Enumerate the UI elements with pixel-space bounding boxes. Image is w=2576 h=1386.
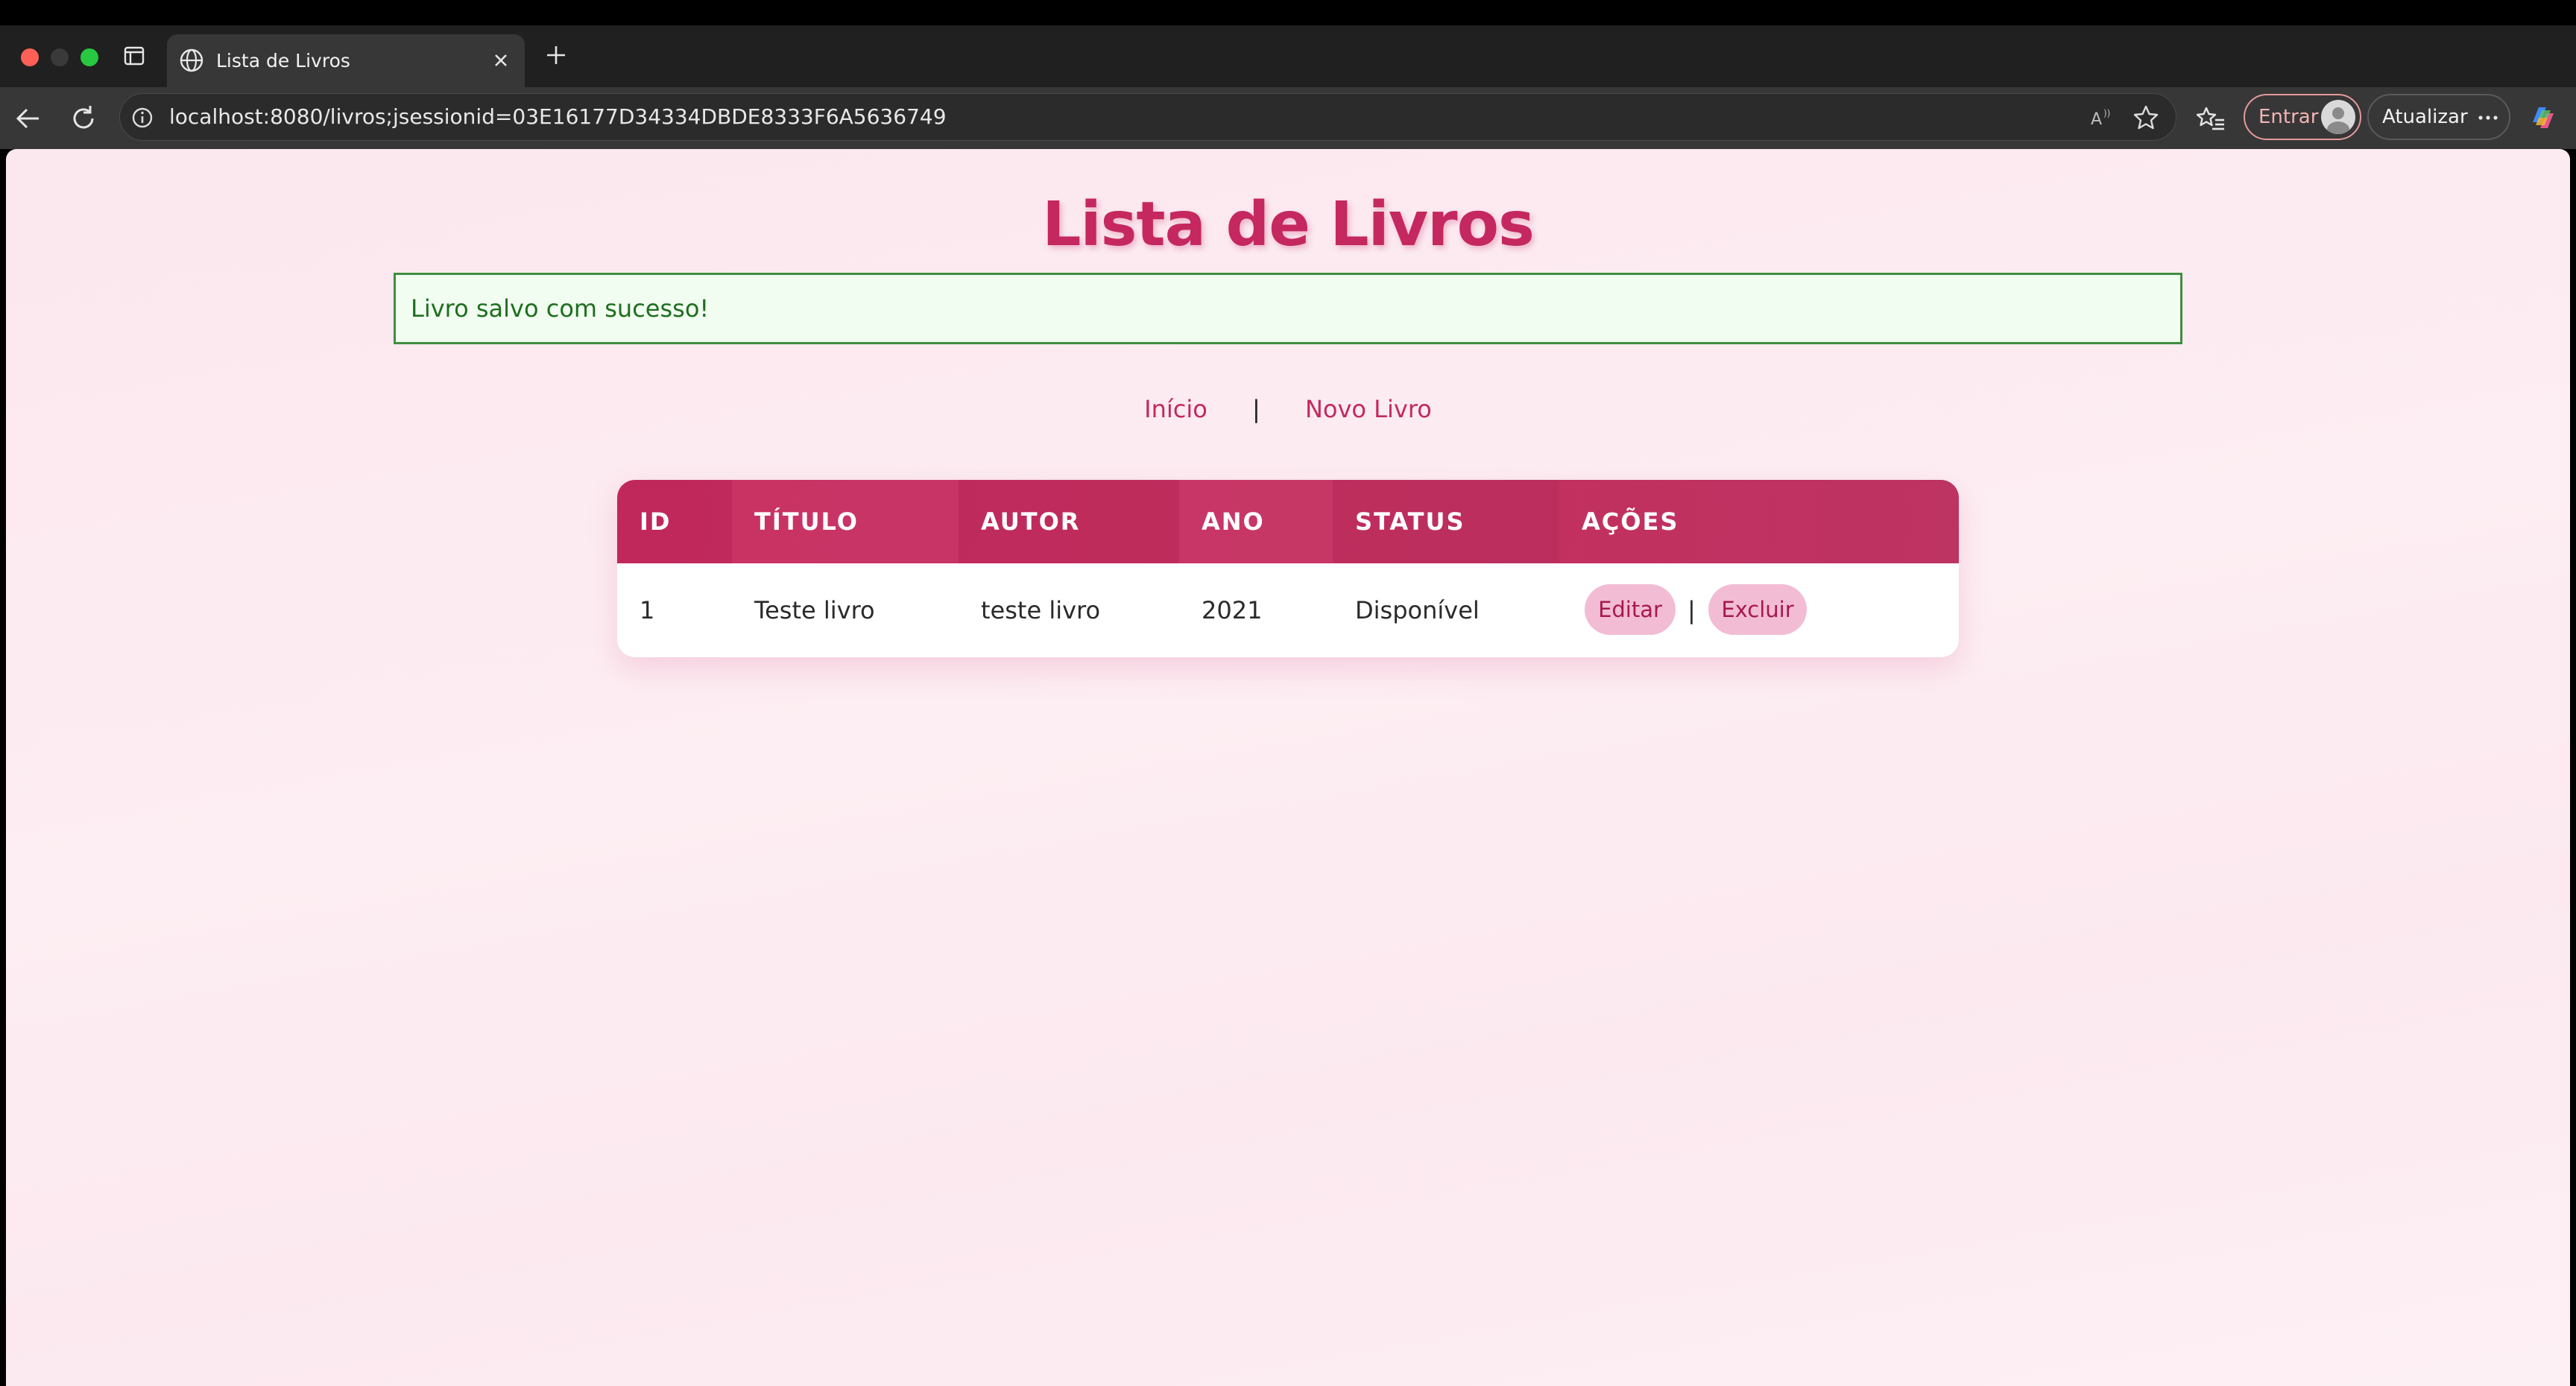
table-row: 1 Teste livro teste livro 2021 Disponíve…	[617, 563, 1959, 657]
cell-titulo: Teste livro	[754, 596, 875, 624]
delete-button[interactable]: Excluir	[1708, 584, 1807, 635]
minimize-window-button[interactable]	[51, 48, 69, 66]
url-text: localhost:8080/livros;jsessionid=03E1617…	[169, 104, 947, 129]
nav-separator: |	[1252, 395, 1260, 423]
close-window-button[interactable]	[21, 48, 39, 66]
address-bar[interactable]: localhost:8080/livros;jsessionid=03E1617…	[119, 93, 2176, 141]
nav-link-novo-livro[interactable]: Novo Livro	[1305, 395, 1432, 423]
read-aloud-icon[interactable]: A))	[2088, 104, 2115, 131]
svg-text:)): ))	[2103, 108, 2110, 118]
page-nav: Início | Novo Livro	[6, 395, 2570, 432]
cell-ano: 2021	[1202, 596, 1263, 624]
new-tab-icon[interactable]	[541, 40, 571, 70]
update-label: Atualizar	[2382, 106, 2468, 128]
column-header-id: ID	[640, 507, 672, 536]
column-header-status: STATUS	[1355, 507, 1465, 536]
update-button[interactable]: Atualizar	[2367, 94, 2510, 140]
site-info-icon[interactable]	[129, 104, 156, 131]
more-options-icon[interactable]	[2476, 106, 2500, 130]
browser-window: Lista de Livros localhost:8080/livros;js…	[0, 0, 2576, 1386]
tab-lista-de-livros[interactable]: Lista de Livros	[167, 34, 525, 87]
browser-toolbar: localhost:8080/livros;jsessionid=03E1617…	[0, 87, 2576, 149]
sign-in-label: Entrar	[2258, 106, 2319, 128]
globe-icon	[177, 46, 206, 75]
close-tab-icon[interactable]	[487, 47, 514, 74]
success-alert: Livro salvo com sucesso!	[394, 273, 2182, 344]
cell-status: Disponível	[1355, 596, 1480, 624]
page-title: Lista de Livros	[1042, 189, 1535, 260]
profile-avatar-icon	[2321, 100, 2355, 134]
nav-link-inicio[interactable]: Início	[1144, 395, 1208, 423]
cell-id: 1	[640, 596, 655, 624]
back-arrow-icon[interactable]	[12, 102, 45, 135]
actions-separator: |	[1688, 596, 1696, 624]
favorite-star-icon[interactable]	[2131, 103, 2161, 133]
tab-actions-icon[interactable]	[122, 44, 146, 68]
page-viewport: Lista de Livros Livro salvo com sucesso!…	[6, 149, 2570, 1386]
success-alert-text: Livro salvo com sucesso!	[411, 294, 710, 323]
books-table: ID TÍTULO AUTOR ANO STATUS AÇÕES 1 Teste…	[617, 480, 1959, 657]
table-header: ID TÍTULO AUTOR ANO STATUS AÇÕES	[617, 480, 1959, 563]
column-header-ano: ANO	[1202, 507, 1265, 536]
reload-icon[interactable]	[67, 102, 100, 135]
copilot-icon[interactable]	[2525, 100, 2561, 136]
tab-title: Lista de Livros	[216, 50, 350, 72]
edit-button[interactable]: Editar	[1585, 584, 1676, 635]
favorites-icon[interactable]	[2194, 102, 2227, 135]
sign-in-button[interactable]: Entrar	[2244, 94, 2361, 140]
column-header-autor: AUTOR	[981, 507, 1081, 536]
column-header-titulo: TÍTULO	[754, 507, 859, 536]
cell-autor: teste livro	[981, 596, 1101, 624]
zoom-window-button[interactable]	[80, 48, 98, 66]
svg-text:A: A	[2091, 110, 2102, 129]
column-header-acoes: AÇÕES	[1582, 507, 1679, 536]
